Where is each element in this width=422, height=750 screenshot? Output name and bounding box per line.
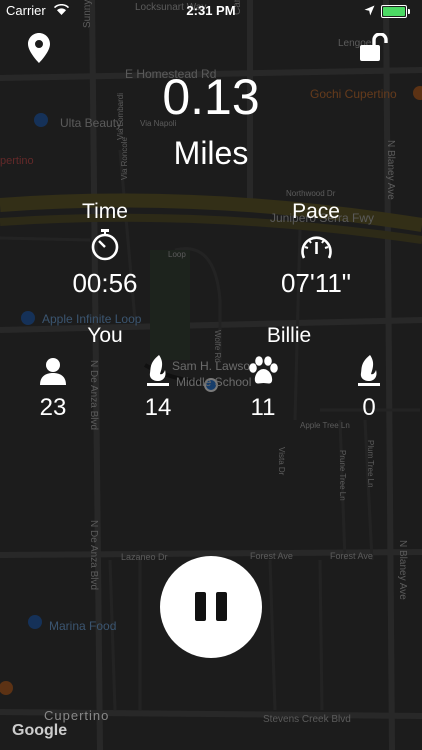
distance-value: 0.13 — [162, 69, 260, 125]
you-steps-count: 23 — [39, 394, 67, 421]
billie-calories-count: 0 — [362, 394, 376, 421]
time-label: Time — [82, 200, 128, 223]
pause-icon — [195, 592, 206, 621]
billie-steps-count: 11 — [250, 394, 276, 421]
status-bar: Carrier 2:31 PM — [0, 0, 422, 22]
you-calories-count: 14 — [144, 394, 172, 421]
pause-button[interactable] — [160, 556, 262, 658]
status-time: 2:31 PM — [186, 3, 236, 18]
location-arrow-icon — [364, 5, 375, 16]
billie-label: Billie — [266, 324, 312, 347]
pace-value: 07'11" — [280, 268, 352, 298]
pace-label: Pace — [292, 200, 340, 223]
pause-icon-bar — [216, 592, 227, 621]
stopwatch-icon — [91, 229, 119, 261]
person-icon — [40, 358, 66, 385]
map-city-label: Cupertino — [44, 708, 110, 723]
location-pin-icon[interactable] — [28, 33, 50, 63]
you-label: You — [87, 324, 123, 347]
distance-unit: Miles — [173, 135, 249, 171]
time-value: 00:56 — [72, 268, 138, 298]
paw-icon — [249, 356, 278, 384]
google-logo: Google — [12, 722, 68, 739]
unlock-icon[interactable] — [360, 33, 392, 61]
flame-icon — [147, 355, 169, 386]
flame-icon — [358, 355, 380, 386]
speedometer-icon — [301, 236, 332, 259]
battery-icon — [381, 5, 410, 18]
